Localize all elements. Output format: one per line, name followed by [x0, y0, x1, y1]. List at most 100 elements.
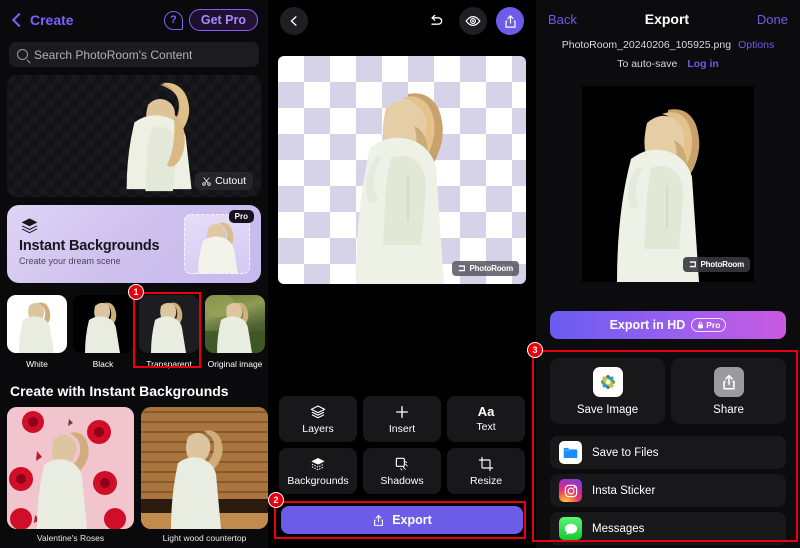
autosave-text: To auto-save: [617, 58, 678, 70]
photoroom-logo-icon: ⊐: [689, 259, 697, 269]
shadows-icon: [395, 457, 408, 470]
editor-panel: ⊐ PhotoRoom Layers Insert Aa Text Backgr…: [268, 0, 536, 548]
tool-text[interactable]: Aa Text: [447, 396, 525, 442]
chevron-left-icon[interactable]: [10, 13, 24, 27]
export-preview-watermark: ⊐ PhotoRoom: [683, 257, 750, 272]
login-link[interactable]: Log in: [687, 58, 719, 70]
action-label: Save Image: [576, 403, 639, 416]
share-upload-icon: [713, 366, 744, 397]
pro-badge-label: Pro: [706, 320, 721, 330]
crop-resize-icon: [478, 456, 494, 471]
lock-icon: [698, 321, 704, 329]
thumb-label: Black: [92, 359, 114, 369]
share-row-messages[interactable]: Messages: [550, 512, 786, 545]
chevron-left-icon: [290, 16, 297, 26]
photoroom-logo-icon: ⊐: [458, 263, 466, 273]
gallery-item[interactable]: Light wood countertop: [141, 407, 268, 543]
action-label: Share: [713, 403, 744, 416]
share-row-label: Save to Files: [592, 446, 659, 459]
tool-label: Resize: [469, 474, 503, 487]
background-thumb-original-image[interactable]: Original image: [205, 295, 265, 369]
instant-backgrounds-title: Instant Backgrounds: [19, 238, 160, 254]
export-back-button[interactable]: Back: [548, 12, 577, 27]
instant-backgrounds-subtitle: Create your dream scene: [19, 256, 121, 266]
cutout-preview-card[interactable]: Cutout: [7, 75, 261, 197]
instant-backgrounds-card[interactable]: Pro Instant Backgrounds Create your drea…: [7, 205, 261, 283]
plus-icon: [396, 405, 408, 418]
export-in-hd-button[interactable]: Export in HD Pro: [550, 311, 786, 339]
create-back-label[interactable]: Create: [30, 12, 74, 28]
export-button[interactable]: Export: [281, 506, 523, 534]
background-thumb-black[interactable]: Black: [73, 295, 133, 369]
filename-row: PhotoRoom_20240206_105925.png Options: [536, 39, 800, 51]
export-filename: PhotoRoom_20240206_105925.png: [561, 39, 732, 51]
share-row-save-to-files[interactable]: Save to Files: [550, 436, 786, 469]
instagram-icon: [559, 479, 582, 502]
thumb-subject-image: [198, 222, 238, 273]
layers-stack-icon: [21, 218, 38, 234]
share-row-label: Insta Sticker: [592, 484, 656, 497]
tool-backgrounds[interactable]: Backgrounds: [279, 448, 357, 494]
create-panel-topbar: Create ? Get Pro: [0, 0, 268, 40]
tool-insert[interactable]: Insert: [363, 396, 441, 442]
share-upload-icon: [374, 514, 384, 526]
gallery-item-label: Valentine's Roses: [36, 533, 105, 543]
thumb-subject-image: [151, 302, 186, 353]
share-row-label: Messages: [592, 522, 645, 535]
get-pro-button[interactable]: Get Pro: [188, 9, 258, 31]
background-thumb-white[interactable]: White: [7, 295, 67, 369]
tool-label: Shadows: [380, 474, 424, 487]
backgrounds-icon: [311, 457, 325, 470]
background-thumb-transparent[interactable]: Transparent: [139, 295, 199, 369]
question-mark-icon[interactable]: ?: [163, 10, 183, 30]
section-title: Create with Instant Backgrounds: [10, 383, 229, 399]
tool-label: Text: [476, 421, 496, 433]
editor-back-button[interactable]: [280, 7, 308, 35]
export-preview: ⊐ PhotoRoom: [582, 86, 754, 282]
annotation-badge-1: 1: [128, 284, 144, 300]
share-button[interactable]: [496, 7, 524, 35]
thumb-subject-image: [85, 302, 120, 353]
preview-toggle-button[interactable]: [459, 7, 487, 35]
export-in-hd-label: Export in HD: [609, 318, 686, 332]
create-panel: Create ? Get Pro Search PhotoRoom's Cont…: [0, 0, 268, 548]
export-done-button[interactable]: Done: [757, 12, 788, 27]
tool-label: Backgrounds: [287, 474, 349, 487]
export-sheet-title: Export: [644, 11, 690, 27]
thumb-subject-image: [205, 295, 265, 353]
annotation-badge-2: 2: [268, 492, 284, 508]
tool-layers[interactable]: Layers: [279, 396, 357, 442]
gallery-thumb-image: [141, 407, 268, 529]
export-sheet-topbar: Back Export Done: [536, 0, 800, 38]
share-row-insta-sticker[interactable]: Insta Sticker: [550, 474, 786, 507]
save-image-button[interactable]: Save Image: [550, 358, 665, 424]
tool-shadows[interactable]: Shadows: [363, 448, 441, 494]
scissors-icon: [202, 176, 211, 186]
editor-canvas[interactable]: ⊐ PhotoRoom: [278, 56, 526, 284]
tool-resize[interactable]: Resize: [447, 448, 525, 494]
thumb-label: Original image: [207, 359, 263, 369]
files-app-icon: [559, 441, 582, 464]
gallery-thumb-image: [7, 407, 134, 529]
undo-button[interactable]: [422, 7, 450, 35]
share-upload-icon: [504, 14, 516, 28]
canvas-watermark: ⊐ PhotoRoom: [452, 261, 519, 276]
share-sheet-button[interactable]: Share: [671, 358, 786, 424]
export-preview-watermark-label: PhotoRoom: [700, 260, 744, 269]
search-placeholder: Search PhotoRoom's Content: [34, 47, 193, 62]
gallery-item[interactable]: Valentine's Roses: [7, 407, 134, 543]
undo-arrow-icon: [431, 14, 443, 25]
editor-tools-grid: Layers Insert Aa Text Backgrounds Shadow…: [279, 396, 525, 494]
photos-app-icon: [592, 366, 623, 397]
canvas-watermark-label: PhotoRoom: [469, 264, 513, 273]
thumb-label: Transparent: [146, 359, 192, 369]
messages-app-icon: [559, 517, 582, 540]
export-sheet: Back Export Done PhotoRoom_20240206_1059…: [536, 0, 800, 548]
search-input[interactable]: Search PhotoRoom's Content: [9, 42, 259, 67]
pro-badge: Pro: [691, 318, 727, 332]
export-options-link[interactable]: Options: [738, 39, 774, 51]
background-thumbs-row: White Black Transparent Original image: [7, 295, 265, 369]
layers-icon: [310, 404, 326, 418]
editor-topbar-actions: [422, 7, 524, 35]
pro-badge: Pro: [228, 210, 254, 223]
